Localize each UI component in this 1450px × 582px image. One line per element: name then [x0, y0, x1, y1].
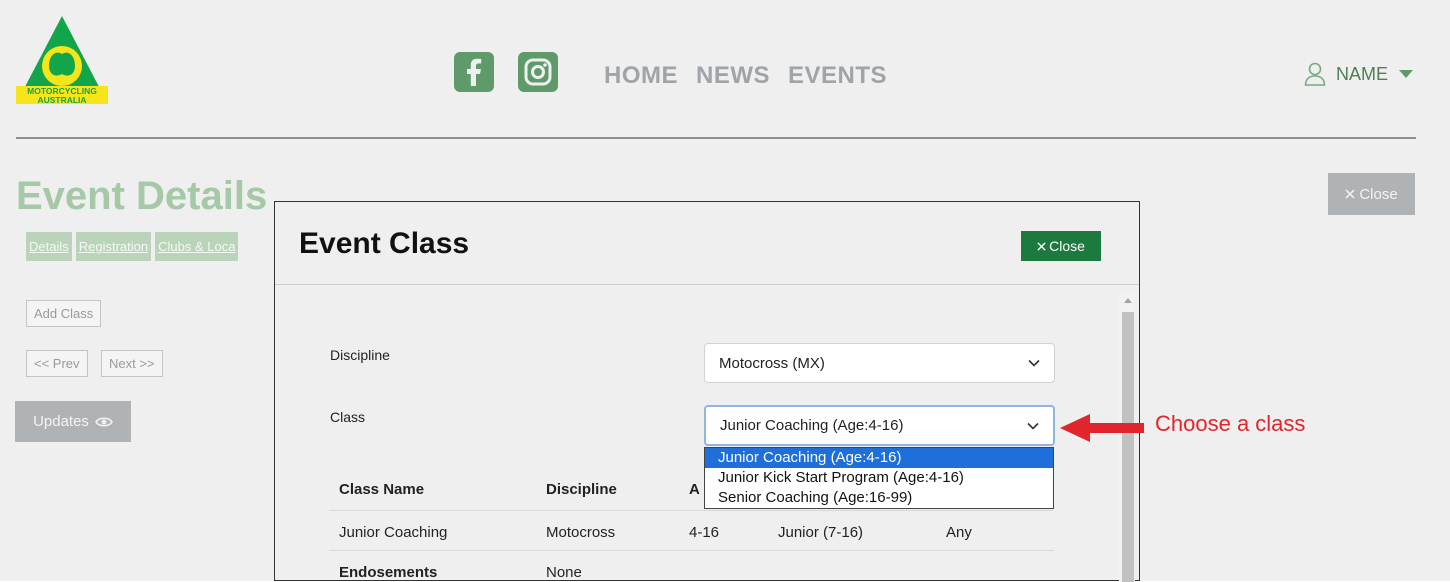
- endorsements-value: None: [546, 564, 582, 581]
- class-option-senior-coaching[interactable]: Senior Coaching (Age:16-99): [705, 488, 1053, 508]
- tab-registration[interactable]: Registration: [75, 232, 152, 261]
- col-header-age: A: [689, 481, 700, 498]
- header-divider: [16, 137, 1416, 139]
- col-header-discipline: Discipline: [546, 481, 617, 498]
- col-header-class-name: Class Name: [339, 481, 425, 498]
- discipline-select[interactable]: Motocross (MX): [704, 343, 1055, 383]
- close-icon: [1037, 241, 1046, 251]
- modal-close-label: Close: [1049, 238, 1085, 254]
- eye-icon: [95, 416, 113, 427]
- table-row-divider: [329, 510, 1054, 511]
- tab-details[interactable]: Details: [26, 232, 72, 261]
- discipline-value: Motocross (MX): [719, 354, 825, 372]
- cell-gender: Any: [946, 524, 972, 541]
- prev-button[interactable]: << Prev: [26, 350, 88, 377]
- modal-header-divider: [275, 284, 1139, 285]
- cell-age: 4-16: [689, 524, 720, 541]
- class-dropdown-list: Junior Coaching (Age:4-16) Junior Kick S…: [704, 447, 1054, 509]
- class-select[interactable]: Junior Coaching (Age:4-16): [704, 405, 1055, 446]
- annotation-arrow-icon: [1060, 414, 1144, 442]
- updates-label: Updates: [33, 413, 89, 430]
- add-class-button[interactable]: Add Class: [26, 300, 102, 327]
- caret-down-icon: [1399, 70, 1413, 78]
- user-menu[interactable]: NAME: [1304, 62, 1414, 86]
- page-close-label: Close: [1359, 185, 1398, 203]
- user-icon: [1304, 62, 1326, 86]
- annotation-text: Choose a class: [1155, 411, 1306, 436]
- nav-events[interactable]: EVENTS: [788, 62, 887, 90]
- endorsements-label: Endosements: [339, 564, 438, 581]
- page-close-button[interactable]: Close: [1328, 173, 1415, 215]
- class-value: Junior Coaching (Age:4-16): [720, 417, 904, 434]
- chevron-down-icon: [1027, 422, 1039, 430]
- nav-home[interactable]: HOME: [604, 62, 678, 90]
- chevron-down-icon: [1028, 359, 1040, 367]
- modal-close-button[interactable]: Close: [1021, 231, 1101, 261]
- page-background: MOTORCYCLING AUSTRALIA HOME NEWS EVENTS …: [0, 0, 1450, 582]
- event-class-modal: Event Class Close Discipline Motocross (…: [274, 201, 1140, 582]
- instagram-icon[interactable]: [518, 52, 558, 92]
- event-tabs: Details Registration Clubs & Loca: [26, 232, 239, 261]
- nav-news[interactable]: NEWS: [696, 62, 770, 90]
- user-name: NAME: [1335, 63, 1388, 84]
- cell-discipline: Motocross: [546, 524, 616, 541]
- updates-button[interactable]: Updates: [15, 401, 131, 442]
- close-icon: [1345, 189, 1355, 199]
- page-title: Event Details: [16, 174, 268, 218]
- cell-class-name: Junior Coaching: [339, 524, 448, 541]
- scroll-up-arrow-icon[interactable]: [1124, 298, 1132, 303]
- motorcycling-australia-logo[interactable]: MOTORCYCLING AUSTRALIA: [14, 14, 110, 106]
- tab-clubs-locations[interactable]: Clubs & Loca: [155, 232, 239, 261]
- facebook-icon[interactable]: [454, 52, 494, 92]
- discipline-label: Discipline: [330, 347, 390, 363]
- class-label: Class: [330, 409, 366, 425]
- cell-grade: Junior (7-16): [778, 524, 864, 541]
- modal-title: Event Class: [299, 227, 470, 260]
- table-row-divider: [329, 550, 1054, 551]
- class-option-junior-coaching[interactable]: Junior Coaching (Age:4-16): [705, 448, 1053, 468]
- main-nav: HOME NEWS EVENTS: [604, 62, 887, 90]
- next-button[interactable]: Next >>: [101, 350, 163, 377]
- logo-text-bottom: AUSTRALIA: [37, 95, 86, 105]
- class-option-junior-kick-start[interactable]: Junior Kick Start Program (Age:4-16): [705, 468, 1053, 488]
- modal-scrollbar-thumb[interactable]: [1122, 312, 1134, 582]
